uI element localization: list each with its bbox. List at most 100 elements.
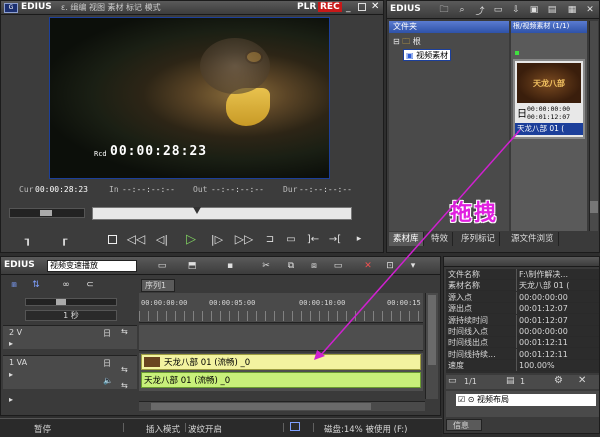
rec-button[interactable]: REC	[318, 2, 342, 12]
import-icon[interactable]: ⇩	[509, 3, 523, 17]
sync-2v-icon[interactable]: ⇆	[121, 327, 128, 336]
more-options-icon[interactable]: ▸	[353, 232, 365, 246]
sequence-tab[interactable]: 序列1	[141, 279, 175, 292]
link-icon[interactable]: ∞	[59, 279, 73, 291]
tree-child[interactable]: ▣ 视频素材	[403, 49, 452, 61]
delete-clip-icon[interactable]: ▭	[331, 259, 345, 273]
track-1va-lane[interactable]: 天龙八部 01 (流畅) _0 天龙八部 01 (流畅) _0	[139, 353, 423, 391]
player-menu[interactable]: ɛ. 缉编 视图 素材 标记 模式	[61, 2, 161, 13]
playhead-marker[interactable]	[193, 207, 201, 214]
track-1va-video-toggle-icon[interactable]: 日	[103, 358, 111, 369]
close-icon[interactable]: ✕	[371, 1, 379, 12]
shuttle-handle[interactable]	[40, 210, 52, 216]
step-back-icon[interactable]: ◁|	[154, 231, 170, 247]
tab-sequence-markers[interactable]: 序列标记	[457, 232, 501, 246]
info-row: 文件名称 F:\制作解决...	[446, 269, 599, 280]
effect-item[interactable]: ☑ ⊙ 视频布局	[456, 394, 596, 406]
timeline-vscroll[interactable]	[425, 293, 438, 399]
group-icon[interactable]: ⊂	[83, 279, 97, 291]
effect-checkbox[interactable]: ☑	[458, 395, 465, 404]
snap-icon[interactable]: ⩎	[7, 279, 21, 291]
sync-1va-icon[interactable]: ⇆	[121, 365, 128, 374]
info-row-value: 00:01:12:11	[516, 337, 568, 349]
info-row-key: 时间线出点	[448, 338, 488, 348]
bin-scrollbar[interactable]	[589, 21, 598, 231]
zoom-slider[interactable]	[25, 298, 117, 306]
play-icon[interactable]: ▷	[183, 231, 199, 247]
add-clip-icon[interactable]: ▭	[491, 3, 505, 17]
bin-close-icon[interactable]: ✕	[583, 3, 597, 17]
view-mode-icon[interactable]: ▦	[565, 3, 579, 17]
track-1va-header[interactable]: 1 VA 日 ▸ 🔈	[3, 355, 137, 389]
scale-dropdown[interactable]: 1 秒	[25, 310, 117, 321]
rec-timecode: 00:00:28:23	[110, 144, 208, 159]
out-value: --:--:--:--	[211, 185, 264, 194]
plr-button[interactable]: PLR	[297, 2, 316, 12]
info-row-key: 速度	[448, 361, 464, 371]
timeline-settings-icon[interactable]: ▾	[406, 259, 420, 273]
tab-effects[interactable]: 特效	[427, 232, 454, 246]
track-1va-name: 1 VA	[9, 358, 28, 367]
output-icon[interactable]: ▭	[284, 232, 298, 246]
track-1va-audio-icon[interactable]: 🔈	[103, 376, 113, 385]
new-sequence-icon[interactable]: ▭	[155, 259, 169, 273]
overwrite-to-timeline-icon[interactable]: →[	[326, 232, 344, 246]
tab-bin[interactable]: 素材库	[389, 232, 424, 246]
tree-root[interactable]: ⊟ 🗀 根	[393, 36, 421, 50]
save-icon[interactable]: ▪	[223, 259, 237, 273]
sync-1va-audio-icon[interactable]: ⇆	[121, 381, 128, 390]
track-2v-video-toggle-icon[interactable]: 日	[103, 328, 111, 339]
info-tab[interactable]: 信息	[446, 419, 482, 431]
clip-tc-in: 00:00:00:00	[527, 105, 571, 113]
maximize-icon[interactable]	[358, 3, 366, 11]
copy-icon[interactable]: ⧉	[284, 259, 298, 273]
set-out-button[interactable]: ┎	[57, 232, 71, 246]
folder-icon[interactable]: 🗀	[437, 3, 451, 17]
minimize-icon[interactable]: _	[346, 3, 351, 13]
track-2v-header[interactable]: 2 V 日 ▸	[3, 325, 137, 349]
timeline-hscroll[interactable]	[139, 401, 425, 411]
search-icon[interactable]: ⌕	[455, 3, 469, 17]
timeline-ruler[interactable]: 00:00:00:00 00:00:05:00 00:00:10:00 00:0…	[139, 293, 423, 323]
set-in-button[interactable]: ┒	[21, 232, 35, 246]
shuttle-slider[interactable]	[9, 208, 85, 218]
info-table: 文件名称 F:\制作解决... 素材名称 天龙八部 01 (源入点 00:00:00:0…	[446, 269, 599, 373]
track-1va-sub-expand-icon[interactable]: ▸	[9, 395, 13, 404]
track-2v-lane[interactable]	[139, 325, 423, 351]
rewind-icon[interactable]: ◁◁	[127, 231, 145, 247]
info-row: 源持续时间 00:01:12:07	[446, 314, 599, 326]
tree-collapse-icon[interactable]: ⊟	[393, 37, 400, 46]
sync-icon[interactable]: ⇅	[29, 279, 43, 291]
player-window: G EDIUS ɛ. 缉编 视图 素材 标记 模式 PLR REC _ ✕ Rc…	[0, 0, 384, 253]
position-bar[interactable]	[92, 207, 352, 220]
tab-source-browser[interactable]: 源文件浏览	[507, 232, 559, 246]
video-clip[interactable]: 天龙八部 01 (流畅) _0	[141, 354, 421, 370]
info-row-key: 源持续时间	[448, 315, 488, 325]
video-preview[interactable]: Rcd 00:00:28:23	[49, 17, 330, 179]
effect-delete-icon[interactable]: ✕	[578, 375, 586, 386]
clip-thumbnail-card[interactable]: 天龙八部 日 00:00:00:00 00:01:12:07 天龙八部 01 (	[513, 59, 585, 139]
track-1va-expand-icon[interactable]: ▸	[9, 370, 13, 379]
cut-icon[interactable]: ✂	[259, 259, 273, 273]
paste-icon[interactable]: ⧈	[307, 259, 321, 273]
mode-dropdown[interactable]: 视频变速播放	[47, 260, 137, 272]
insert-to-timeline-icon[interactable]: ]←	[304, 232, 322, 246]
step-forward-icon[interactable]: |▷	[209, 231, 225, 247]
status-insert-mode: 插入模式	[146, 425, 181, 435]
bin-tabs: 素材库 特效 序列标记 源文件浏览	[389, 232, 599, 246]
ruler-tick-3: 00:00:15	[387, 299, 421, 307]
open-project-icon[interactable]: ⬒	[185, 259, 199, 273]
render-icon[interactable]: ⊡	[383, 259, 397, 273]
ripple-delete-icon[interactable]: ✕	[361, 259, 375, 273]
properties-icon[interactable]: ▤	[545, 3, 559, 17]
loop-icon[interactable]: ⊐	[263, 232, 277, 246]
audio-clip[interactable]: 天龙八部 01 (流畅) _0	[141, 372, 421, 388]
track-2v-expand-icon[interactable]: ▸	[9, 339, 13, 348]
count-label: 1	[520, 377, 526, 386]
status-separator-3: |	[282, 423, 285, 433]
fast-forward-icon[interactable]: ▷▷	[235, 231, 253, 247]
stop-icon[interactable]	[105, 232, 119, 246]
up-folder-icon[interactable]: ⤴	[473, 3, 487, 17]
delete-icon[interactable]: ▣	[527, 3, 541, 17]
effect-settings-icon[interactable]: ⚙	[554, 375, 563, 386]
